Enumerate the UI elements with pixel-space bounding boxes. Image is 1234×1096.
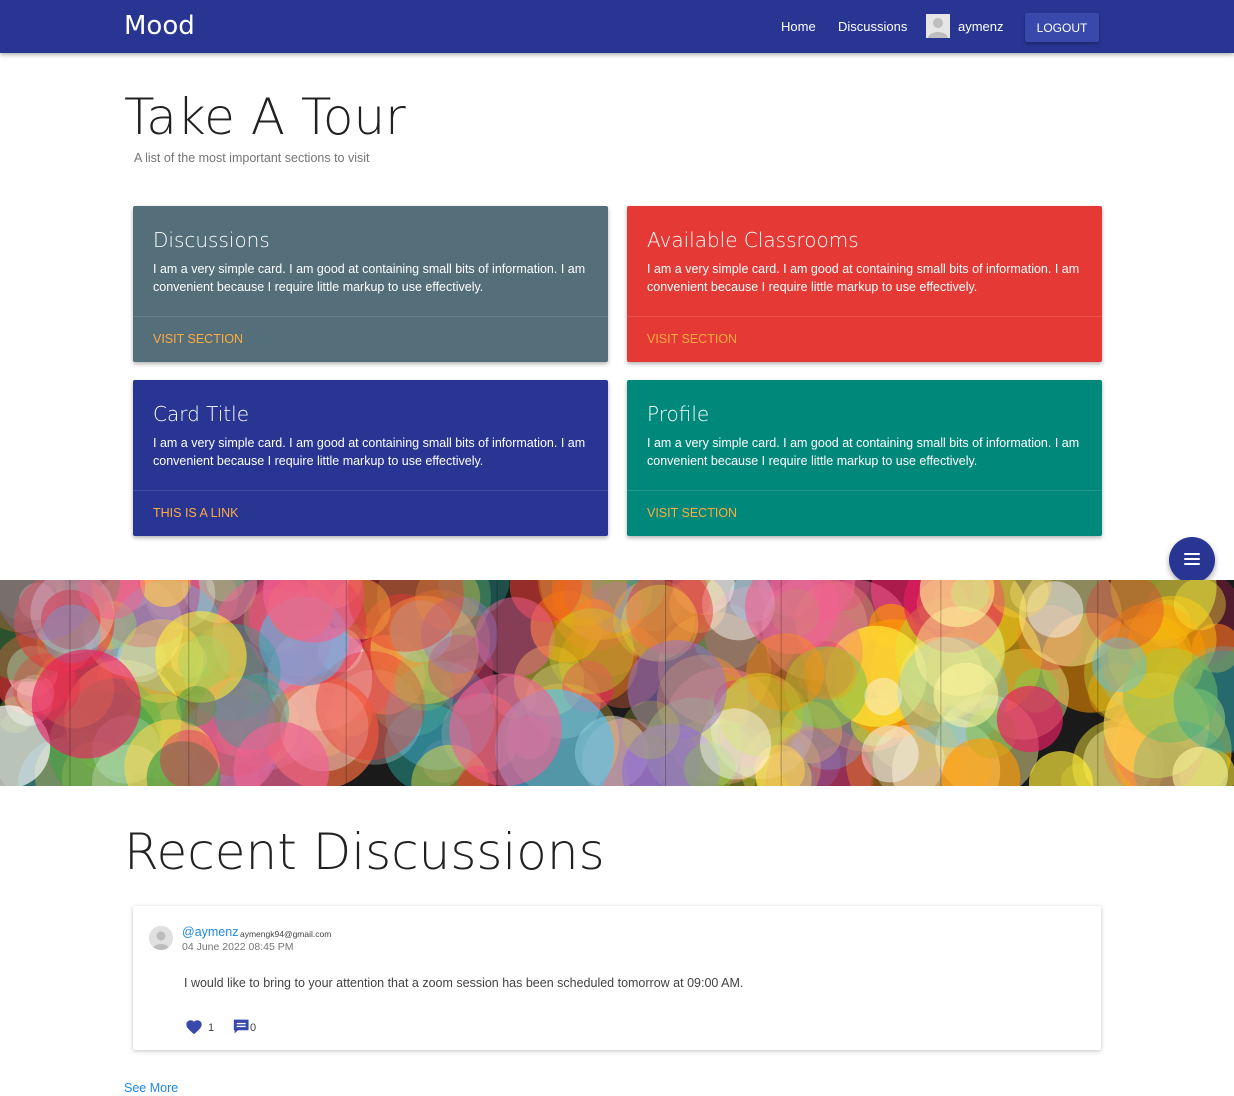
- card-link[interactable]: VISIT SECTION: [647, 332, 737, 346]
- card-text: I am a very simple card. I am good at co…: [647, 262, 1080, 294]
- card-discussions: Discussions I am a very simple card. I a…: [133, 206, 608, 362]
- post-username[interactable]: @aymenz: [182, 925, 238, 939]
- comment-count: 0: [250, 1022, 257, 1034]
- card-card-title: Card Title I am a very simple card. I am…: [133, 380, 608, 536]
- brand-logo[interactable]: Mood: [124, 11, 195, 41]
- card-divider: [627, 490, 1102, 491]
- banner-circle: [548, 608, 635, 694]
- banner-circle: [176, 686, 217, 727]
- floating-menu-button[interactable]: [1169, 537, 1215, 583]
- banner-circle: [31, 649, 141, 759]
- discussion-post: @aymenz aymengk94@gmail.com 04 June 2022…: [133, 906, 1101, 1050]
- banner-circle: [1173, 580, 1226, 631]
- nav-link-home[interactable]: Home: [781, 19, 816, 34]
- banner-circle: [864, 677, 903, 716]
- banner-circle: [1091, 637, 1147, 693]
- avatar-placeholder-icon: [149, 926, 173, 950]
- decorative-banner: [0, 580, 1234, 786]
- card-link[interactable]: VISIT SECTION: [647, 506, 737, 520]
- banner-circle: [621, 700, 680, 760]
- card-text: I am a very simple card. I am good at co…: [647, 436, 1080, 468]
- banner-circle: [899, 636, 985, 723]
- card-divider: [133, 490, 608, 491]
- banner-circle: [803, 647, 857, 701]
- card-link[interactable]: VISIT SECTION: [153, 332, 243, 346]
- nav-username[interactable]: aymenz: [958, 19, 1004, 34]
- see-more-link[interactable]: See More: [124, 1081, 178, 1095]
- menu-icon: [1184, 553, 1200, 567]
- navbar: Mood Home Discussions aymenz LOGOUT: [0, 0, 1234, 53]
- heart-icon[interactable]: [185, 1019, 203, 1035]
- comment-icon[interactable]: [232, 1018, 252, 1036]
- page-title: Take A Tour: [124, 88, 406, 146]
- card-title: Available Classrooms: [647, 228, 859, 252]
- banner-pattern-image: [0, 580, 1234, 786]
- card-text: I am a very simple card. I am good at co…: [153, 262, 586, 294]
- post-date: 04 June 2022 08:45 PM: [182, 941, 294, 953]
- post-email: aymengk94@gmail.com: [240, 929, 332, 939]
- user-avatar[interactable]: [926, 14, 950, 38]
- card-available-classrooms: Available Classrooms I am a very simple …: [627, 206, 1102, 362]
- card-link[interactable]: THIS IS A LINK: [153, 506, 238, 520]
- avatar-placeholder-icon: [926, 14, 950, 38]
- like-count: 1: [208, 1022, 215, 1034]
- card-title: Card Title: [153, 402, 250, 426]
- post-avatar[interactable]: [149, 926, 173, 950]
- card-divider: [627, 316, 1102, 317]
- post-body: I would like to bring to your attention …: [184, 976, 744, 990]
- nav-link-discussions[interactable]: Discussions: [838, 19, 907, 34]
- banner-circle: [996, 685, 1063, 753]
- banner-circle: [449, 673, 562, 786]
- card-title: Profile: [647, 402, 710, 426]
- section-title: Recent Discussions: [124, 823, 605, 881]
- page-subtitle: A list of the most important sections to…: [134, 151, 370, 165]
- card-text: I am a very simple card. I am good at co…: [153, 436, 586, 468]
- card-divider: [133, 316, 608, 317]
- logout-button[interactable]: LOGOUT: [1025, 13, 1099, 42]
- card-title: Discussions: [153, 228, 270, 252]
- card-profile: Profile I am a very simple card. I am go…: [627, 380, 1102, 536]
